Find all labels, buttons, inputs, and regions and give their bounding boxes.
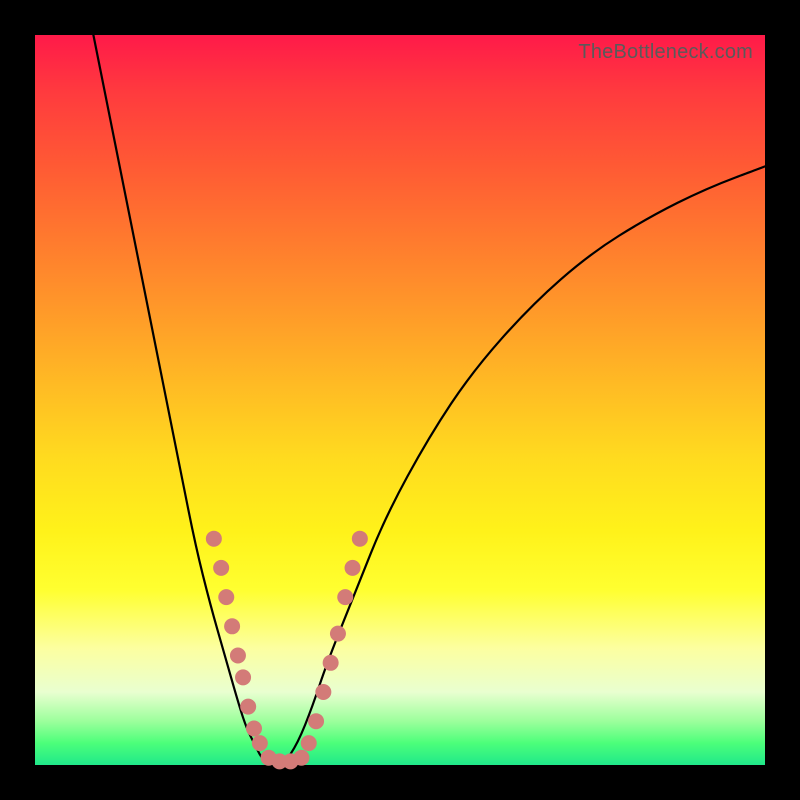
- highlight-dot: [252, 735, 268, 751]
- highlight-dots: [206, 531, 368, 770]
- curves-svg: [35, 35, 765, 765]
- highlight-dot: [235, 669, 251, 685]
- highlight-dot: [352, 531, 368, 547]
- highlight-dot: [315, 684, 331, 700]
- highlight-dot: [301, 735, 317, 751]
- highlight-dot: [240, 699, 256, 715]
- highlight-dot: [323, 655, 339, 671]
- highlight-dot: [308, 713, 324, 729]
- highlight-dot: [218, 589, 234, 605]
- highlight-dot: [345, 560, 361, 576]
- highlight-dot: [293, 750, 309, 766]
- highlight-dot: [206, 531, 222, 547]
- highlight-dot: [230, 648, 246, 664]
- curve-group: [93, 35, 765, 765]
- highlight-dot: [330, 626, 346, 642]
- plot-area: TheBottleneck.com: [35, 35, 765, 765]
- highlight-dot: [337, 589, 353, 605]
- highlight-dot: [246, 721, 262, 737]
- highlight-dot: [224, 618, 240, 634]
- highlight-dot: [213, 560, 229, 576]
- right-curve: [283, 166, 765, 765]
- chart-container: TheBottleneck.com: [0, 0, 800, 800]
